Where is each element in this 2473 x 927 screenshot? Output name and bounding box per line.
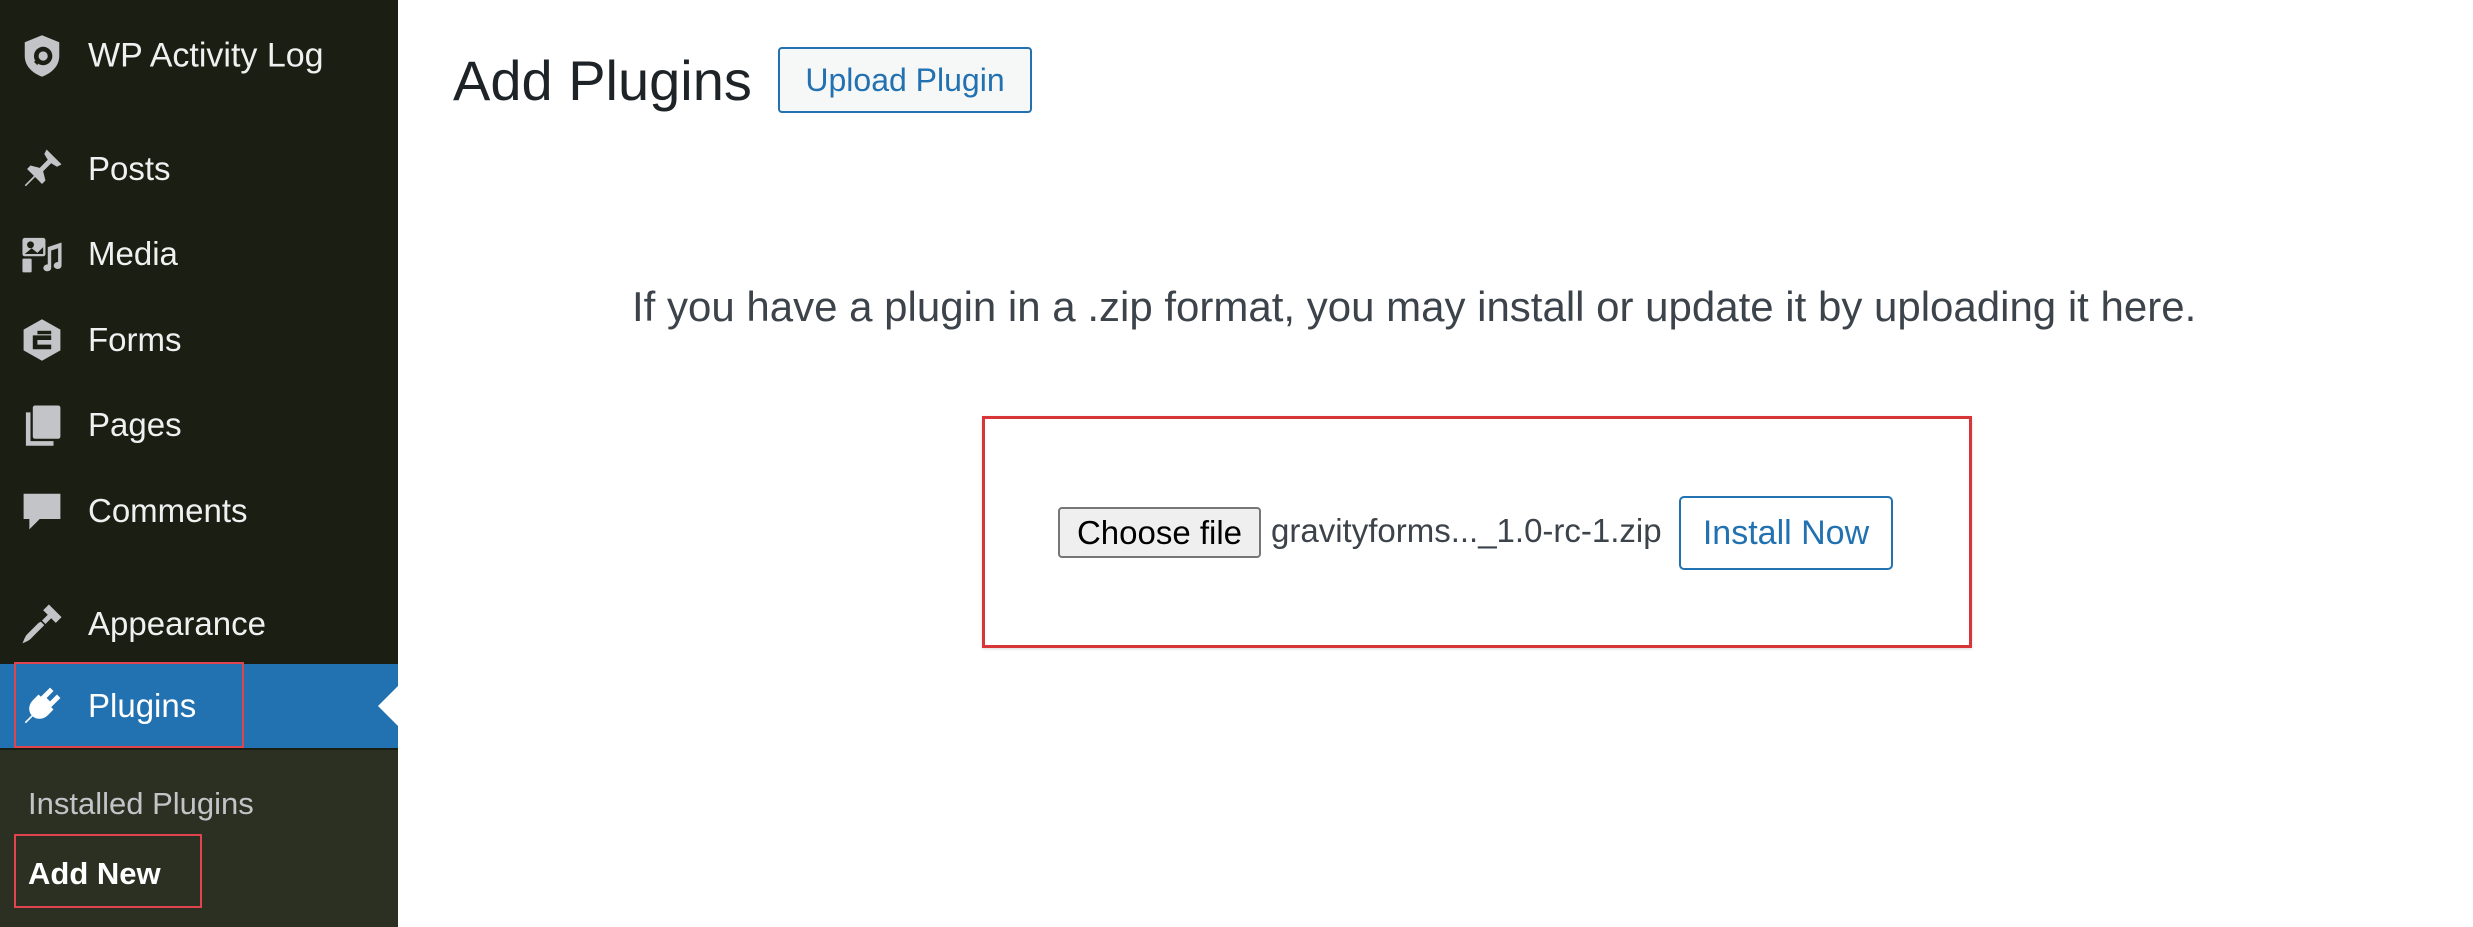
wp-admin-screen: WP Activity Log Posts Media Forms Pages … (0, 0, 2473, 927)
sidebar-item-forms[interactable]: Forms (0, 298, 398, 382)
plugin-icon (17, 681, 67, 731)
media-icon (17, 229, 67, 279)
sidebar-item-label: Plugins (88, 687, 197, 724)
admin-sidebar: WP Activity Log Posts Media Forms Pages … (0, 0, 398, 927)
shield-icon (17, 31, 67, 81)
gravity-forms-icon (17, 315, 67, 365)
sidebar-item-label: Media (88, 235, 178, 272)
sidebar-item-media[interactable]: Media (0, 212, 398, 296)
pushpin-icon (17, 144, 67, 194)
upload-help-text: If you have a plugin in a .zip format, y… (632, 283, 2197, 330)
comment-icon (17, 486, 67, 536)
install-now-button[interactable]: Install Now (1679, 496, 1893, 570)
sidebar-item-label: Posts (88, 150, 171, 187)
plugins-submenu: Installed Plugins Add New (0, 750, 398, 927)
sidebar-item-wp-activity-log[interactable]: WP Activity Log (0, 14, 398, 98)
sidebar-item-plugins[interactable]: Plugins (0, 664, 398, 748)
sidebar-item-appearance[interactable]: Appearance (0, 582, 398, 666)
sidebar-item-posts[interactable]: Posts (0, 127, 398, 211)
submenu-item-installed-plugins[interactable]: Installed Plugins (28, 786, 254, 822)
sidebar-item-label: Pages (88, 406, 182, 443)
sidebar-item-label: WP Activity Log (88, 36, 324, 75)
sidebar-item-label: Appearance (88, 605, 266, 642)
paintbrush-icon (17, 599, 67, 649)
active-indicator-arrow (378, 686, 398, 726)
upload-plugin-button[interactable]: Upload Plugin (778, 47, 1032, 113)
sidebar-item-label: Forms (88, 321, 182, 358)
sidebar-item-comments[interactable]: Comments (0, 469, 398, 553)
choose-file-button[interactable]: Choose file (1058, 507, 1261, 558)
pages-icon (17, 400, 67, 450)
sidebar-item-pages[interactable]: Pages (0, 383, 398, 467)
page-title: Add Plugins (453, 49, 752, 112)
selected-file-name: gravityforms..._1.0-rc-1.zip (1271, 512, 1662, 549)
sidebar-item-label: Comments (88, 492, 248, 529)
submenu-item-add-new[interactable]: Add New (28, 856, 161, 892)
